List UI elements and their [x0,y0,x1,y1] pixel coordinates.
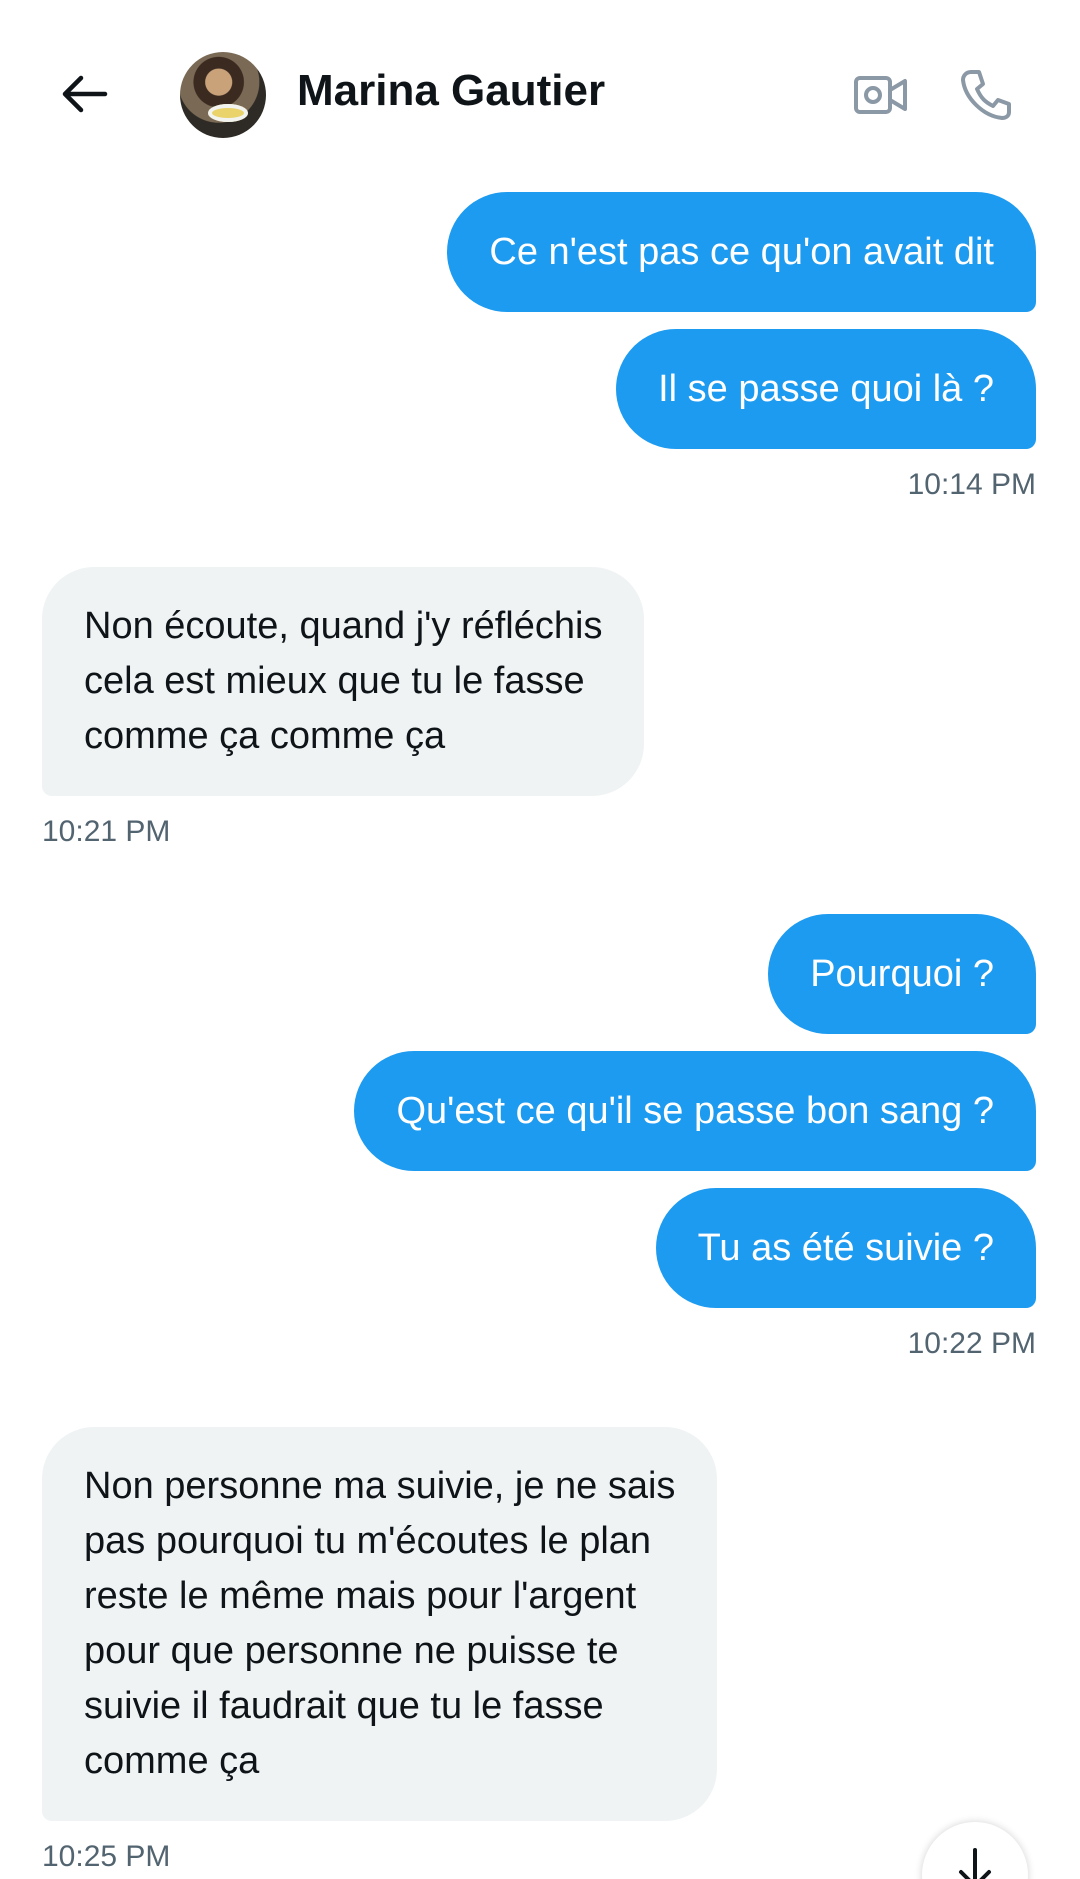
message-text: Ce n'est pas ce qu'on avait dit [489,231,994,273]
message-timestamp: 10:25 PM [42,1840,171,1873]
message-timestamp: 10:21 PM [42,815,171,848]
message-line: pas pourquoi tu m'écoutes le plan [84,1520,652,1562]
avatar-photo-detail [208,104,248,122]
contact-name[interactable]: Marina Gautier [297,66,605,116]
arrow-down-icon [959,1848,991,1879]
sent-message[interactable]: Qu'est ce qu'il se passe bon sang ? [354,1051,1036,1171]
message-line: comme ça [84,1740,260,1782]
voice-call-button[interactable] [953,62,1019,128]
dm-conversation-screen: Marina Gautier Ce n'est pas ce qu'on ava… [0,0,1080,1879]
arrow-left-icon [62,75,108,113]
back-button[interactable] [52,62,116,126]
video-camera-icon [854,76,907,114]
conversation-header: Marina Gautier [0,0,1080,180]
message-text: Tu as été suivie ? [697,1227,994,1269]
received-message[interactable]: Non écoute, quand j'y réfléchis cela est… [42,567,645,796]
sent-message[interactable]: Tu as été suivie ? [655,1188,1036,1308]
message-text: Il se passe quoi là ? [658,368,994,410]
message-text: Pourquoi ? [810,953,994,995]
sent-message[interactable]: Il se passe quoi là ? [616,329,1036,449]
received-message[interactable]: Non personne ma suivie, je ne sais pas p… [42,1427,718,1821]
phone-icon [961,70,1011,120]
message-timestamp: 10:22 PM [907,1327,1036,1360]
sent-message[interactable]: Ce n'est pas ce qu'on avait dit [447,192,1036,312]
message-timestamp: 10:14 PM [907,468,1036,501]
message-line: reste le même mais pour l'argent [84,1575,637,1617]
contact-avatar[interactable] [180,52,266,138]
message-line: pour que personne ne puisse te [84,1630,619,1672]
message-line: Non écoute, quand j'y réfléchis [84,605,603,647]
message-line: suivie il faudrait que tu le fasse [84,1685,604,1727]
message-text: Qu'est ce qu'il se passe bon sang ? [396,1090,994,1132]
video-call-button[interactable] [848,62,914,128]
message-line: Non personne ma suivie, je ne sais [84,1465,676,1507]
scroll-to-bottom-button[interactable] [922,1822,1028,1879]
sent-message[interactable]: Pourquoi ? [768,914,1036,1034]
message-line: comme ça comme ça [84,715,446,757]
message-line: cela est mieux que tu le fasse [84,660,585,702]
